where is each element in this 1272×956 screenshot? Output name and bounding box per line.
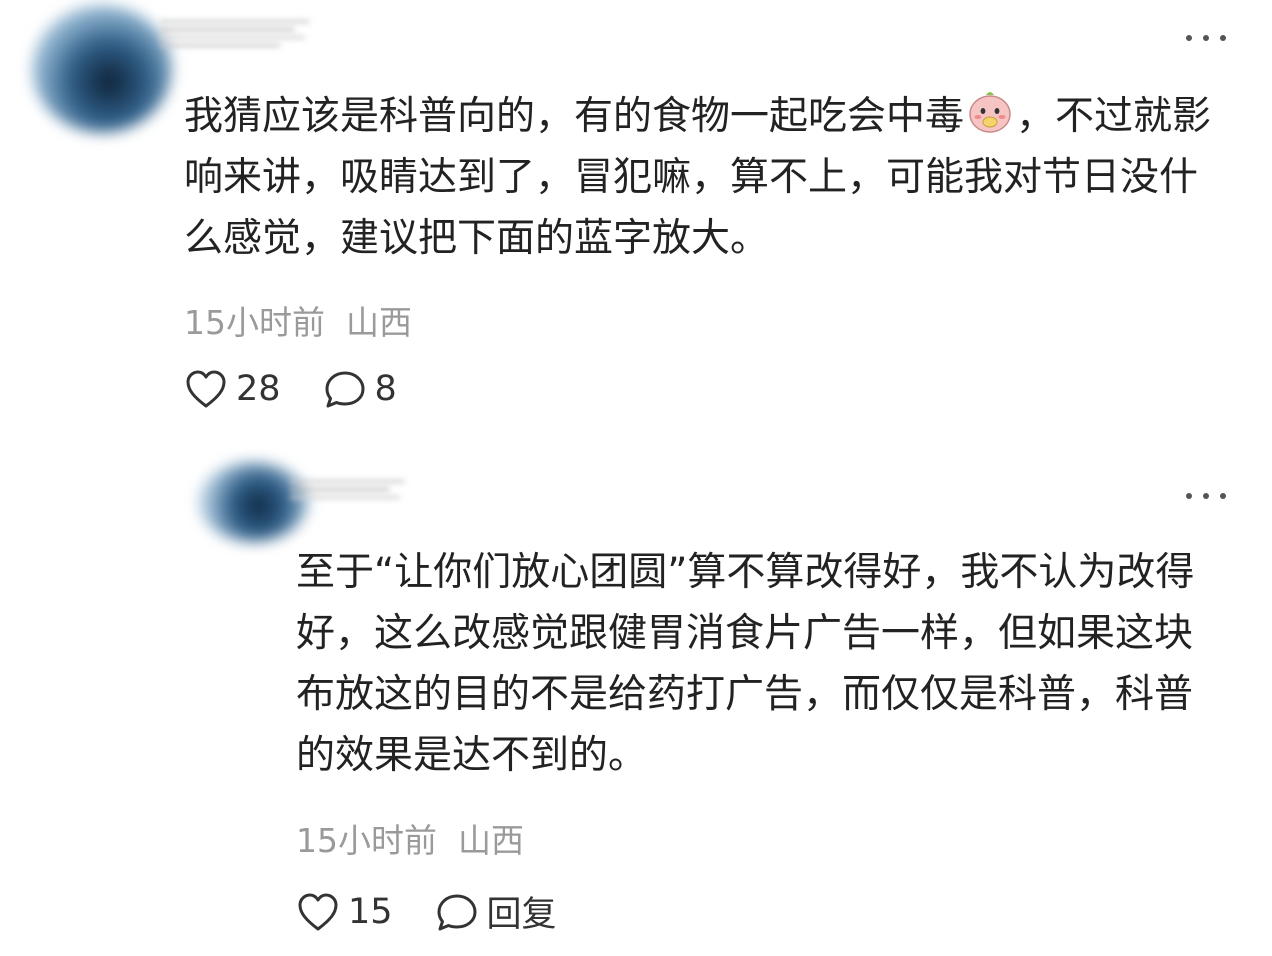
comment-actions: 28 8 (184, 368, 397, 410)
username-blurred[interactable] (160, 20, 310, 52)
heart-icon (186, 370, 226, 408)
more-dots-icon[interactable] (1186, 484, 1226, 508)
reply-label: 回复 (486, 895, 557, 935)
comment-meta: 15小时前 山西 (184, 303, 412, 342)
reply-meta: 15小时前 山西 (296, 821, 524, 860)
reply-actions: 15 回复 (296, 886, 557, 937)
username-blurred[interactable] (290, 480, 405, 504)
speech-bubble-icon (325, 371, 365, 408)
avatar[interactable] (32, 5, 172, 133)
like-button[interactable]: 28 (184, 368, 281, 410)
cute-pink-character-emoji (966, 87, 1014, 135)
reply-text: 至于“让你们放心团圆”算不算改得好，我不认为改得好，这么改感觉跟健胃消食片广告一… (296, 550, 1195, 778)
like-count: 28 (236, 369, 281, 409)
reply-button[interactable]: 回复 (435, 886, 557, 937)
like-count: 15 (348, 891, 393, 932)
comment-text-part-1: 我猜应该是科普向的，有的食物一起吃会中毒 (184, 94, 965, 139)
comment-text: 我猜应该是科普向的，有的食物一起吃会中毒 ，不过就影响来讲，吸睛达到了，冒犯嘛，… (184, 86, 1234, 269)
speech-bubble-icon (437, 894, 477, 930)
more-dots-icon[interactable] (1186, 26, 1226, 50)
heart-icon (298, 893, 338, 930)
like-button[interactable]: 15 (296, 891, 393, 933)
reply-count: 8 (374, 369, 397, 409)
reply-button[interactable]: 8 (323, 368, 397, 410)
